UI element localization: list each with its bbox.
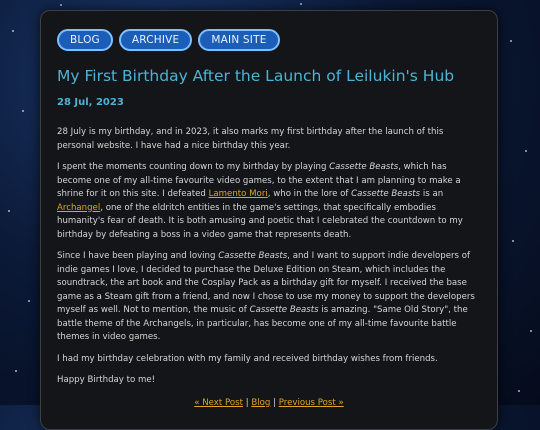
text-run: , who in the lore of (267, 189, 352, 199)
text-run: is an (420, 189, 444, 199)
post-body: 28 July is my birthday, and in 2023, it … (57, 126, 481, 388)
text-run: Since I have been playing and loving (57, 251, 219, 261)
paragraph-4: I had my birthday celebration with my fa… (57, 353, 438, 364)
post-navigation: « Next Post | Blog | Previous Post » (57, 398, 481, 408)
paragraph-5: Happy Birthday to me! (57, 375, 156, 385)
content-panel: BLOG ARCHIVE MAIN SITE My First Birthday… (40, 10, 498, 430)
text-run: , one of the eldritch entities in the ga… (57, 202, 463, 240)
lamento-mori-link[interactable]: Lamento Mori (209, 189, 268, 199)
paragraph-2: I spent the moments counting down to my … (57, 161, 481, 242)
archangel-link[interactable]: Archangel (57, 203, 100, 213)
separator: | (270, 397, 279, 408)
game-title: Cassette Beasts (218, 251, 288, 261)
game-title: Cassette Beasts (329, 162, 399, 172)
game-title: Cassette Beasts (351, 189, 421, 199)
nav-archive-button[interactable]: ARCHIVE (118, 29, 193, 51)
post-date: 28 Jul, 2023 (57, 97, 124, 108)
nav-main-site-button[interactable]: MAIN SITE (198, 29, 280, 51)
paragraph-1: 28 July is my birthday, and in 2023, it … (57, 127, 444, 151)
previous-post-link[interactable]: Previous Post » (279, 398, 344, 408)
paragraph-3: Since I have been playing and loving Cas… (57, 250, 481, 345)
top-nav: BLOG ARCHIVE MAIN SITE (57, 29, 481, 51)
nav-blog-button[interactable]: BLOG (57, 29, 113, 51)
post-title: My First Birthday After the Launch of Le… (57, 67, 455, 85)
blog-link[interactable]: Blog (251, 398, 270, 408)
next-post-link[interactable]: « Next Post (194, 398, 243, 408)
text-run: I spent the moments counting down to my … (57, 162, 330, 172)
game-title: Cassette Beasts (249, 305, 319, 315)
